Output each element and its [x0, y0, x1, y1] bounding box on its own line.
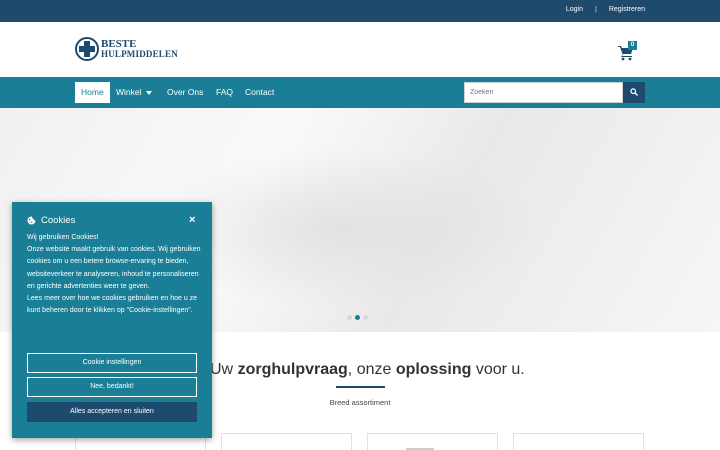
tagline-bold-1: zorghulpvraag — [237, 361, 348, 378]
tagline-bold-2: oplossing — [395, 361, 472, 378]
tagline: Uw zorghulpvraag, onze oplossing voor u. — [210, 361, 525, 379]
search-button[interactable] — [623, 82, 645, 103]
product-card[interactable] — [513, 433, 644, 450]
nav-item-winkel-label: Winkel — [116, 87, 142, 97]
tagline-post: voor u. — [471, 361, 525, 378]
product-card[interactable] — [221, 433, 352, 450]
tagline-underline — [336, 386, 385, 388]
accept-all-button[interactable]: Alles accepteren en sluiten — [27, 402, 197, 422]
search-icon — [630, 88, 638, 96]
product-card[interactable] — [367, 433, 498, 450]
tagline-mid: , onze — [347, 361, 396, 378]
search-input[interactable] — [464, 82, 623, 103]
separator: | — [594, 6, 597, 13]
cookie-icon — [27, 216, 36, 225]
register-link[interactable]: Registreren — [609, 6, 645, 13]
logo[interactable]: BESTE HULPMIDDELEN — [75, 37, 178, 61]
nav-item-home[interactable]: Home — [75, 82, 110, 103]
tagline-pre: Uw — [210, 361, 238, 378]
cookie-settings-button[interactable]: Cookie instellingen — [27, 353, 197, 373]
slider-dot-active[interactable] — [355, 315, 360, 320]
nav-item-faq[interactable]: FAQ — [210, 82, 239, 103]
chevron-down-icon — [145, 90, 152, 95]
cookie-message: Wij gebruiken Cookies! Onze website maak… — [27, 232, 202, 317]
top-bar: Login | Registreren — [0, 0, 720, 22]
cookie-text-line: Lees meer over hoe we cookies gebruiken … — [27, 295, 198, 315]
cart-count-badge: 0 — [628, 41, 637, 50]
slider-dot[interactable] — [347, 315, 352, 320]
cookie-text-line: Onze website maakt gebruik van cookies. … — [27, 246, 201, 290]
nav-item-over-ons[interactable]: Over Ons — [161, 82, 209, 103]
account-links: Login | Registreren — [566, 6, 645, 13]
nav-item-winkel[interactable]: Winkel — [110, 82, 158, 103]
slider-dot[interactable] — [363, 315, 368, 320]
slider-dots — [347, 315, 368, 320]
cookie-text-line: Wij gebruiken Cookies! — [27, 234, 99, 241]
site-header: BESTE HULPMIDDELEN 0 — [0, 22, 720, 77]
nav-item-contact[interactable]: Contact — [239, 82, 280, 103]
close-icon[interactable]: × — [189, 214, 195, 226]
medical-cross-icon — [75, 37, 99, 61]
cookie-title: Cookies — [41, 215, 76, 226]
logo-line-2: HULPMIDDELEN — [101, 49, 178, 59]
cart-button[interactable]: 0 — [618, 41, 640, 61]
main-nav: Home Winkel Over Ons FAQ Contact — [0, 77, 720, 108]
login-link[interactable]: Login — [566, 6, 583, 13]
cookie-dialog: Cookies × Wij gebruiken Cookies! Onze we… — [12, 202, 212, 438]
decline-button[interactable]: Nee, bedankt! — [27, 377, 197, 397]
logo-line-1: BESTE — [101, 38, 137, 50]
logo-text: BESTE HULPMIDDELEN — [101, 38, 178, 60]
